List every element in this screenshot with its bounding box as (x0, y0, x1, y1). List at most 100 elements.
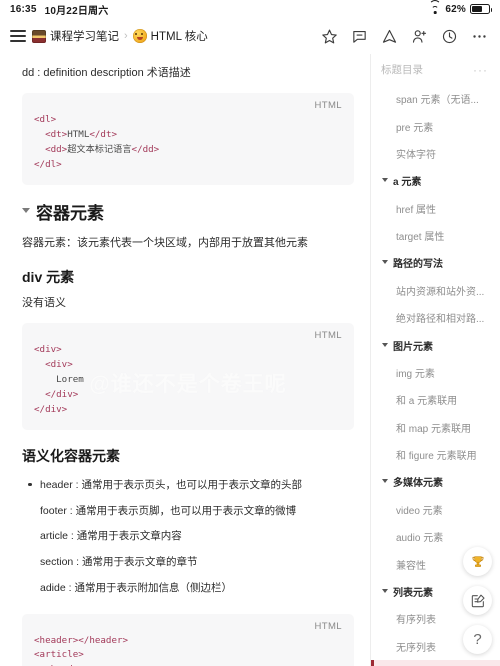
code-block-semantic[interactable]: HTML <header></header> <article> <header… (22, 613, 354, 666)
toc-item-label: img 元素 (396, 368, 435, 380)
hamburger-menu-icon[interactable] (10, 30, 26, 42)
toolbar-actions (321, 28, 488, 45)
breadcrumb-notebook[interactable]: 课程学习笔记 (50, 28, 119, 44)
document-body[interactable]: dd : definition description 术语描述 HTML <d… (0, 54, 370, 666)
container-description: 容器元素：该元素代表一个块区域，内部用于放置其他元素 (22, 236, 308, 249)
status-bar-right: 62% (429, 0, 492, 15)
content-area: dd : definition description 术语描述 HTML <d… (0, 54, 500, 666)
toc-item[interactable]: video 元素 (371, 496, 500, 523)
history-icon[interactable] (441, 28, 458, 45)
status-time: 16:35 (10, 3, 37, 15)
status-bar: 16:35 10月22日周六 62% (0, 0, 500, 18)
toc-item[interactable]: 和 map 元素联用 (371, 414, 500, 441)
add-user-icon[interactable] (411, 28, 428, 45)
toc-item[interactable]: pre 元素 (371, 112, 500, 139)
comment-icon[interactable] (351, 28, 368, 45)
toc-header: 标题目录 ··· (371, 60, 500, 85)
status-bar-left: 16:35 10月22日周六 (10, 2, 108, 17)
semantic-elements-list: header : 通常用于表示页头，也可以用于表示文章的头部 footer : … (22, 473, 354, 602)
code-language-label: HTML (314, 100, 342, 112)
code-block-dl[interactable]: HTML <dl> <dt>HTML</dt> <dd>超文本标记语言</dd>… (22, 93, 354, 185)
code-content: <dl> <dt>HTML</dt> <dd>超文本标记语言</dd> </dl… (34, 114, 160, 170)
heading-container-elements: 容器元素 (22, 199, 354, 224)
toc-item[interactable]: 绝对路径和相对路... (371, 304, 500, 331)
chevron-down-icon[interactable] (382, 178, 388, 183)
app-screen: 16:35 10月22日周六 62% 课程学习笔记 › HTML 核心 dd:… (0, 0, 500, 666)
chevron-down-icon[interactable] (382, 588, 388, 593)
toc-item-label: 实体字符 (396, 149, 436, 161)
wifi-icon (429, 0, 442, 14)
toc-item-label: 列表元素 (393, 587, 433, 599)
list-item: section : 通常用于表示文章的章节 (40, 556, 198, 569)
toc-item[interactable]: 和 figure 元素联用 (371, 441, 500, 468)
help-fab[interactable]: ? (463, 625, 492, 654)
toc-item-label: 兼容性 (396, 560, 426, 572)
toc-item-label: 无序列表 (396, 642, 436, 654)
floating-action-buttons: ? (463, 547, 492, 654)
heading-div-element: div 元素 (22, 269, 75, 286)
code-content: <header></header> <article> <header> <h1… (34, 634, 129, 666)
zany-face-emoji (132, 29, 147, 43)
more-dots-icon[interactable]: ··· (473, 64, 488, 76)
toc-item[interactable]: 多媒体元素 (371, 468, 500, 495)
toc-item[interactable]: 路径的写法 (371, 249, 500, 276)
code-language-label: HTML (314, 330, 342, 342)
toc-item-label: 和 map 元素联用 (396, 423, 472, 435)
question-mark-icon: ? (473, 631, 482, 648)
toc-item[interactable]: a 元素 (371, 167, 500, 194)
battery-icon (470, 4, 492, 14)
code-content: <div> <div> Lorem </div> </div> (34, 344, 84, 415)
more-icon[interactable] (471, 28, 488, 45)
toc-item-label: a 元素 (393, 177, 422, 189)
share-icon[interactable] (381, 28, 398, 45)
code-block-div[interactable]: HTML @谁还不是个卷王呢 <div> <div> Lorem </div> … (22, 323, 354, 430)
breadcrumb: 课程学习笔记 › HTML 核心 (32, 28, 208, 44)
toc-item[interactable]: span 元素（无语... (371, 85, 500, 112)
toc-item-label: 绝对路径和相对路... (396, 314, 485, 326)
notebook-emoji (32, 29, 46, 43)
trophy-fab[interactable] (463, 547, 492, 576)
code-language-label: HTML (314, 620, 342, 632)
toc-item[interactable]: img 元素 (371, 359, 500, 386)
list-item: footer : 通常用于表示页脚，也可以用于表示文章的微博 (40, 504, 297, 517)
list-item: header : 通常用于表示页头，也可以用于表示文章的头部 (28, 473, 354, 499)
toc-item-label: 站内资源和站外资... (396, 286, 485, 298)
list-item: article : 通常用于表示文章内容 (40, 530, 182, 543)
heading-semantic-container: 语义化容器元素 (22, 447, 120, 464)
battery-percent-label: 62% (445, 3, 466, 15)
toc-title: 标题目录 (381, 64, 423, 76)
toc-item[interactable]: 定义列表 (371, 659, 500, 666)
toc-item[interactable]: target 属性 (371, 222, 500, 249)
breadcrumb-page[interactable]: HTML 核心 (151, 28, 208, 44)
toc-item[interactable]: href 属性 (371, 195, 500, 222)
div-description: 没有语义 (22, 297, 66, 310)
star-icon[interactable] (321, 28, 338, 45)
chevron-down-icon[interactable] (382, 342, 388, 347)
toc-item-label: 有序列表 (396, 615, 436, 627)
toc-item-label: target 属性 (396, 232, 445, 244)
list-item: adide : 通常用于表示附加信息（侧边栏） (40, 581, 232, 594)
toc-item-label: pre 元素 (396, 122, 434, 134)
toc-item-label: 图片元素 (393, 341, 433, 353)
toc-item-label: href 属性 (396, 204, 437, 216)
toc-item[interactable]: 和 a 元素联用 (371, 386, 500, 413)
chevron-down-icon[interactable] (382, 260, 388, 265)
toc-item[interactable]: 站内资源和站外资... (371, 277, 500, 304)
edit-fab[interactable] (463, 586, 492, 615)
toc-item-label: audio 元素 (396, 533, 444, 545)
toc-item-label: video 元素 (396, 505, 443, 517)
chevron-down-icon[interactable] (22, 208, 30, 214)
toc-item-label: span 元素（无语... (396, 95, 479, 107)
top-toolbar: 课程学习笔记 › HTML 核心 (0, 18, 500, 54)
toc-item[interactable]: 图片元素 (371, 331, 500, 358)
toc-item-label: 和 figure 元素联用 (396, 451, 477, 463)
toc-item-label: 多媒体元素 (393, 478, 443, 490)
status-date: 10月22日周六 (44, 5, 109, 17)
chevron-down-icon[interactable] (382, 479, 388, 484)
toc-item[interactable]: 实体字符 (371, 140, 500, 167)
breadcrumb-separator: › (124, 30, 128, 42)
toc-item-label: 和 a 元素联用 (396, 396, 458, 408)
heading-text: 容器元素 (36, 203, 104, 223)
toc-item-label: 路径的写法 (393, 259, 443, 271)
intro-paragraph: dd : definition description 术语描述 (22, 67, 191, 79)
